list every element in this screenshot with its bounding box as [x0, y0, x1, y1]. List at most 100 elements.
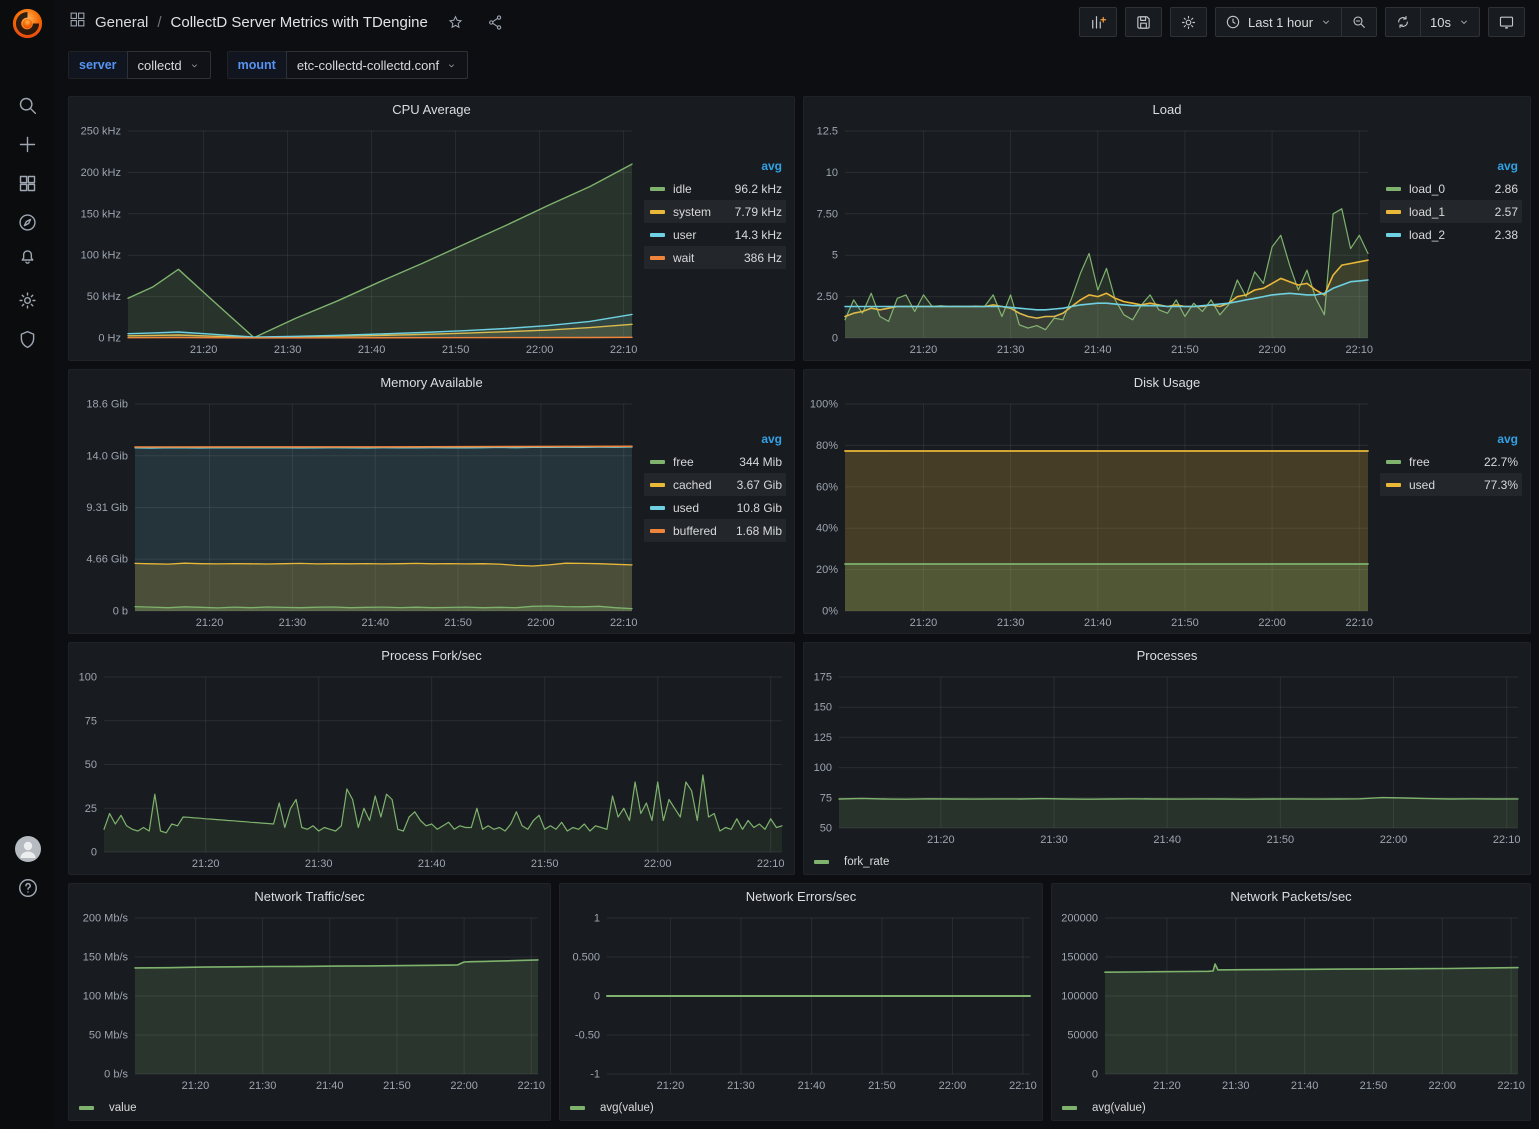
breadcrumb-section[interactable]: General [95, 14, 148, 31]
chart-plot-area[interactable]: 0 b4.66 Gib9.31 Gib14.0 Gib18.6 Gib21:20… [69, 396, 644, 633]
legend-color [1386, 483, 1401, 487]
chart-svg[interactable]: -1-0.5000.500121:2021:3021:4021:5022:002… [560, 910, 1042, 1096]
x-axis-tick: 22:10 [1497, 1080, 1525, 1092]
panel-title[interactable]: CPU Average [69, 97, 794, 123]
zoom-out-button[interactable] [1341, 7, 1377, 37]
chart-svg[interactable]: 0 b/s50 Mb/s100 Mb/s150 Mb/s200 Mb/s21:2… [69, 910, 550, 1096]
chart-plot-area[interactable]: 0 Hz50 kHz100 kHz150 kHz200 kHz250 kHz21… [69, 123, 644, 360]
search-icon[interactable] [0, 87, 55, 123]
legend-item-system[interactable]: system7.79 kHz [644, 200, 786, 223]
legend-item-load_2[interactable]: load_22.38 [1380, 223, 1522, 246]
refresh-button[interactable] [1385, 7, 1420, 37]
y-axis-tick: 14.0 Gib [86, 450, 128, 462]
dashboards-icon[interactable] [0, 165, 55, 201]
chart-svg[interactable]: 0%20%40%60%80%100%21:2021:3021:4021:5022… [804, 396, 1380, 633]
dashboard-grid-icon [69, 11, 86, 33]
legend-item-free[interactable]: free344 Mib [644, 450, 786, 473]
legend-item-user[interactable]: user14.3 kHz [644, 223, 786, 246]
legend-color [650, 210, 665, 214]
legend-series-avg: 77.3% [1484, 478, 1518, 492]
legend-series-name: wait [673, 251, 736, 265]
y-axis-tick: 25 [85, 803, 97, 815]
y-axis-tick: 150 Mb/s [83, 952, 129, 964]
explore-compass-icon[interactable] [0, 204, 55, 240]
kiosk-mode-button[interactable] [1488, 7, 1525, 37]
star-button[interactable] [443, 11, 468, 34]
user-avatar[interactable] [0, 831, 55, 867]
variable-select-mount[interactable]: etc-collectd-collectd.conf [286, 51, 468, 79]
chart-plot-area[interactable]: 507510012515017521:2021:3021:4021:5022:0… [804, 669, 1530, 850]
panel-title[interactable]: Network Errors/sec [560, 884, 1042, 910]
legend-avg-header[interactable]: avg [1380, 430, 1522, 450]
legend-item-cached[interactable]: cached3.67 Gib [644, 473, 786, 496]
legend-series-avg: 2.57 [1495, 205, 1518, 219]
dashboard-variables: server collectd mount etc-collectd-colle… [55, 44, 1539, 86]
grafana-logo-icon[interactable] [9, 5, 46, 42]
add-icon[interactable] [0, 126, 55, 162]
legend-item-fork_rate[interactable]: fork_rate [814, 856, 889, 868]
y-axis-tick: 12.5 [817, 126, 838, 138]
legend-item-load_0[interactable]: load_02.86 [1380, 177, 1522, 200]
share-button[interactable] [483, 11, 508, 34]
chart-plot-area[interactable]: -1-0.5000.500121:2021:3021:4021:5022:002… [560, 910, 1042, 1096]
chart-svg[interactable]: 507510012515017521:2021:3021:4021:5022:0… [804, 669, 1530, 850]
chart-plot-area[interactable]: 0%20%40%60%80%100%21:2021:3021:4021:5022… [804, 396, 1380, 633]
legend-item-load_1[interactable]: load_12.57 [1380, 200, 1522, 223]
legend: avg(value) [560, 1096, 1042, 1120]
legend-item-buffered[interactable]: buffered1.68 Mib [644, 519, 786, 542]
panel-title[interactable]: Load [804, 97, 1530, 123]
panel-title[interactable]: Disk Usage [804, 370, 1530, 396]
time-range-picker[interactable]: Last 1 hour [1215, 7, 1341, 37]
legend-series-avg: 96.2 kHz [735, 182, 782, 196]
x-axis-tick: 21:30 [997, 344, 1025, 356]
server-admin-shield-icon[interactable] [0, 321, 55, 357]
breadcrumb: General / CollectD Server Metrics with T… [69, 11, 508, 34]
alerting-bell-icon[interactable] [0, 238, 55, 274]
legend-series-avg: 2.38 [1495, 228, 1518, 242]
help-icon[interactable] [0, 870, 55, 906]
chart-svg[interactable]: 0 Hz50 kHz100 kHz150 kHz200 kHz250 kHz21… [69, 123, 644, 360]
chart-plot-area[interactable]: 02.5057.501012.521:2021:3021:4021:5022:0… [804, 123, 1380, 360]
y-axis-tick: 50 Mb/s [89, 1030, 129, 1042]
chart-svg[interactable]: 0 b4.66 Gib9.31 Gib14.0 Gib18.6 Gib21:20… [69, 396, 644, 633]
legend-item-avg(value)[interactable]: avg(value) [1062, 1102, 1146, 1114]
y-axis-tick: 60% [816, 481, 838, 493]
x-axis-tick: 22:10 [610, 344, 638, 356]
legend-item-wait[interactable]: wait386 Hz [644, 246, 786, 269]
x-axis-tick: 21:30 [274, 344, 302, 356]
legend-avg-header[interactable]: avg [1380, 157, 1522, 177]
y-axis-tick: 0 Hz [98, 333, 121, 345]
legend-avg-header[interactable]: avg [644, 430, 786, 450]
save-dashboard-button[interactable] [1125, 7, 1162, 37]
legend-item-idle[interactable]: idle 96.2 kHz [644, 177, 786, 200]
panel-title[interactable]: Network Traffic/sec [69, 884, 550, 910]
add-panel-button[interactable] [1079, 7, 1117, 37]
panel-title[interactable]: Memory Available [69, 370, 794, 396]
legend-item-used[interactable]: used77.3% [1380, 473, 1522, 496]
legend-series-name: idle [673, 182, 727, 196]
y-axis-tick: 80% [816, 440, 838, 452]
legend-item-free[interactable]: free22.7% [1380, 450, 1522, 473]
chart-svg[interactable]: 05000010000015000020000021:2021:3021:402… [1052, 910, 1530, 1096]
x-axis-tick: 21:50 [868, 1080, 896, 1092]
panel-title[interactable]: Network Packets/sec [1052, 884, 1530, 910]
y-axis-tick: -1 [590, 1069, 600, 1081]
x-axis-tick: 22:00 [526, 344, 554, 356]
configuration-gear-icon[interactable] [0, 282, 55, 318]
variable-select-server[interactable]: collectd [127, 51, 211, 79]
refresh-interval-picker[interactable]: 10s [1420, 7, 1480, 37]
legend-avg-header[interactable]: avg [644, 157, 786, 177]
chart-plot-area[interactable]: 025507510021:2021:3021:4021:5022:0022:10 [69, 669, 794, 874]
chart-plot-area[interactable]: 05000010000015000020000021:2021:3021:402… [1052, 910, 1530, 1096]
legend-item-used[interactable]: used10.8 Gib [644, 496, 786, 519]
chart-plot-area[interactable]: 0 b/s50 Mb/s100 Mb/s150 Mb/s200 Mb/s21:2… [69, 910, 550, 1096]
panel-title[interactable]: Process Fork/sec [69, 643, 794, 669]
chart-svg[interactable]: 025507510021:2021:3021:4021:5022:0022:10 [69, 669, 794, 874]
chart-svg[interactable]: 02.5057.501012.521:2021:3021:4021:5022:0… [804, 123, 1380, 360]
x-axis-tick: 21:30 [997, 617, 1025, 629]
legend-color [650, 256, 665, 260]
panel-title[interactable]: Processes [804, 643, 1530, 669]
legend-item-value[interactable]: value [79, 1102, 137, 1114]
dashboard-settings-button[interactable] [1170, 7, 1207, 37]
legend-item-avg(value)[interactable]: avg(value) [570, 1102, 654, 1114]
